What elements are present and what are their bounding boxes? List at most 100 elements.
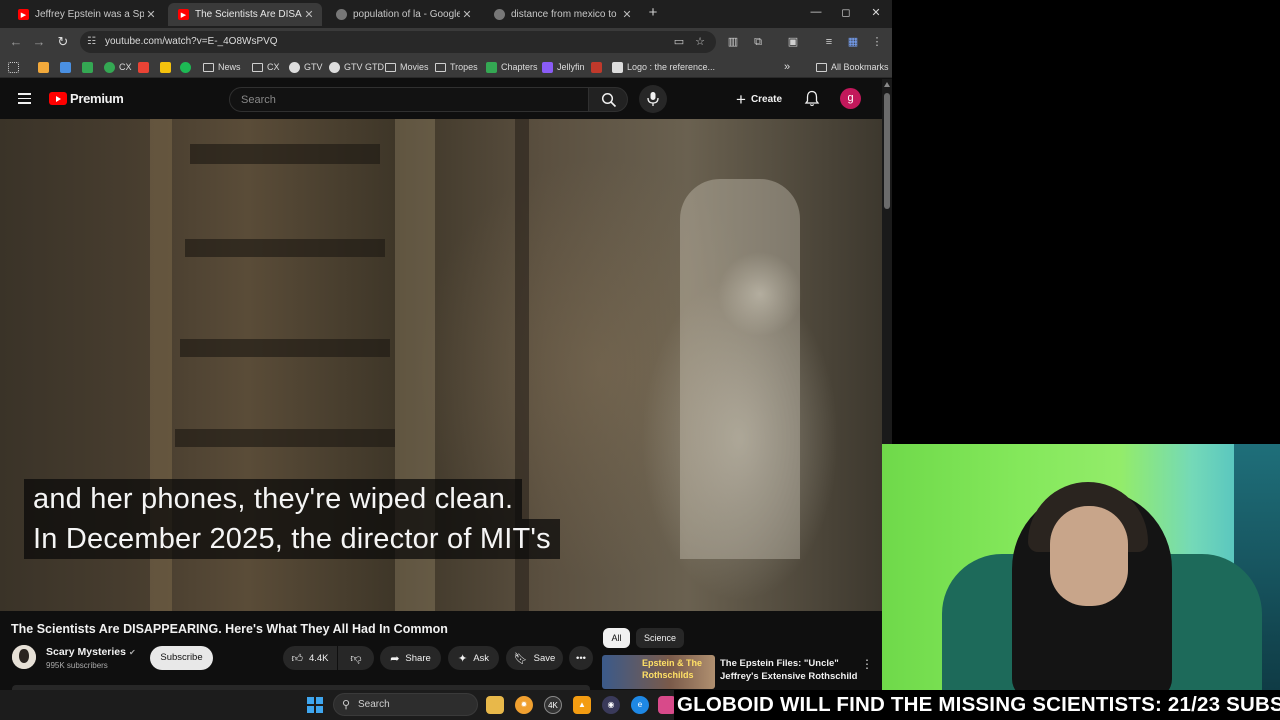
bookmark-tropes[interactable]: Tropes [435,59,478,75]
settings-gear-icon[interactable]: ✹ [515,696,533,714]
search-button[interactable] [588,87,628,112]
bookmark-favicon[interactable] [138,59,153,75]
bookmark-favicon[interactable] [38,59,53,75]
folder-icon [385,62,396,72]
create-button[interactable]: + Create [728,86,794,112]
ask-label: Ask [473,652,490,664]
video-info: The Scientists Are DISAPPEARING. Here's … [0,611,882,695]
extension-icon[interactable]: ▥ [726,35,740,49]
like-count: 4.4K [308,652,329,664]
account-avatar[interactable]: g [840,88,861,109]
folder-icon [816,62,827,72]
chip-all[interactable]: All [603,628,630,648]
youtube-brand[interactable]: Premium [70,91,124,106]
search-icon [601,92,617,108]
close-icon[interactable]: ✕ [460,8,474,21]
bookmark-logo-reference[interactable]: Logo : the reference... [612,59,715,75]
bookmark-movies[interactable]: Movies [385,59,429,75]
bookmark-gtv[interactable]: GTV [289,59,323,75]
globe-icon [336,9,347,20]
forward-icon[interactable]: → [31,34,47,50]
bookmark-label: GTV GTD [344,62,384,72]
chip-science[interactable]: Science [636,628,684,648]
reload-icon[interactable]: ↻ [55,34,71,50]
screen: ▶ Jeffrey Epstein was a Spy. Here ✕ ▶ Th… [0,0,1280,720]
more-bookmarks-icon[interactable]: » [784,59,790,75]
tab-1[interactable]: ▶ Jeffrey Epstein was a Spy. Here ✕ [8,3,164,26]
page-scrollbar[interactable] [882,79,892,444]
youtube-icon: ▶ [18,9,29,20]
dislike-button[interactable]: 👎︎ [338,646,374,670]
4k-app-icon[interactable]: 4K [544,696,562,714]
puzzle-icon[interactable]: ⧉ [751,35,765,49]
channel-logo-icon [12,645,36,669]
more-actions-button[interactable]: ••• [569,646,593,670]
globe-icon [494,9,505,20]
bookmark-cx[interactable]: CX [104,59,132,75]
apps-icon[interactable] [8,59,23,75]
share-button[interactable]: ➦ Share [380,646,441,670]
search-icon: ⚲ [342,699,351,711]
ask-button[interactable]: ✦ Ask [448,646,499,670]
channel-name-text: Scary Mysteries [46,646,126,658]
back-icon[interactable]: ← [8,34,24,50]
recommended-thumbnail[interactable]: Epstein & The Rothschilds [602,655,715,689]
bookmark-favicon[interactable] [160,59,175,75]
tab-4[interactable]: distance from mexico to las cru ✕ [484,3,640,26]
bookmark-gtv-gtd[interactable]: GTV GTD [329,59,384,75]
voice-search-button[interactable] [639,85,667,113]
side-panel-icon[interactable]: ▣ [786,35,800,49]
hamburger-menu-icon[interactable] [18,93,31,104]
bookmark-star-icon[interactable]: ☆ [693,35,707,49]
more-vertical-icon[interactable]: ⋮ [861,657,873,671]
taskbar-search[interactable]: ⚲ Search [333,693,478,716]
like-button[interactable]: 👍︎ 4.4K [283,646,337,670]
address-bar[interactable]: ☷ youtube.com/watch?v=E-_4O8WsPVQ [80,31,716,53]
folder-icon [203,62,214,72]
bookmark-favicon[interactable] [180,59,195,75]
cast-icon[interactable]: ▭ [672,35,686,49]
site-info-icon[interactable]: ☷ [87,36,99,47]
bookmark-label: GTV [304,62,323,72]
tab-title: The Scientists Are DISAPPEARIN [195,9,302,20]
obs-icon[interactable]: ◉ [602,696,620,714]
youtube-logo-icon[interactable] [49,92,67,105]
profile-icon[interactable]: ▦ [846,35,860,49]
channel-name[interactable]: Scary Mysteries ✔ [46,646,136,658]
tab-title: Jeffrey Epstein was a Spy. Here [35,9,144,20]
channel-avatar[interactable] [12,645,36,669]
video-player[interactable]: and her phones, they're wiped clean. In … [0,119,882,611]
all-bookmarks[interactable]: All Bookmarks [816,59,889,75]
close-icon[interactable]: ✕ [144,8,158,21]
scrollbar-thumb[interactable] [884,93,890,209]
tab-strip: ▶ Jeffrey Epstein was a Spy. Here ✕ ▶ Th… [0,0,892,28]
maximize-icon[interactable]: ◻ [838,6,854,19]
subscribe-button[interactable]: Subscribe [150,646,213,670]
tab-2-active[interactable]: ▶ The Scientists Are DISAPPEARIN ✕ [168,3,322,26]
bookmark-favicon[interactable] [60,59,75,75]
bookmark-favicon[interactable] [591,59,606,75]
new-tab-icon[interactable]: + [646,5,660,21]
scroll-up-arrow-icon[interactable] [884,82,890,87]
minimize-icon[interactable]: — [808,6,824,18]
save-button[interactable]: 🔖︎ Save [506,646,563,670]
bookmark-jellyfin[interactable]: Jellyfin [542,59,585,75]
create-label: Create [750,93,783,105]
menu-icon[interactable]: ⋮ [870,35,884,49]
windows-start-icon[interactable] [307,697,323,713]
bookmark-chapters[interactable]: Chapters [486,59,538,75]
edge-browser-icon[interactable]: e [631,696,649,714]
vlc-icon[interactable]: ▲ [573,696,591,714]
bookmark-favicon[interactable] [82,59,97,75]
bookmark-cx-folder[interactable]: CX [252,59,280,75]
window-close-icon[interactable]: ✕ [868,6,884,19]
close-icon[interactable]: ✕ [302,8,316,21]
notifications-bell-icon[interactable] [804,90,820,107]
file-explorer-icon[interactable] [486,696,504,714]
tab-3[interactable]: population of la - Google Searc ✕ [326,3,480,26]
search-input[interactable]: Search [229,87,589,112]
bookmark-news[interactable]: News [203,59,241,75]
media-control-icon[interactable]: ≡ [822,35,836,49]
address-url: youtube.com/watch?v=E-_4O8WsPVQ [105,36,278,47]
close-icon[interactable]: ✕ [620,8,634,21]
